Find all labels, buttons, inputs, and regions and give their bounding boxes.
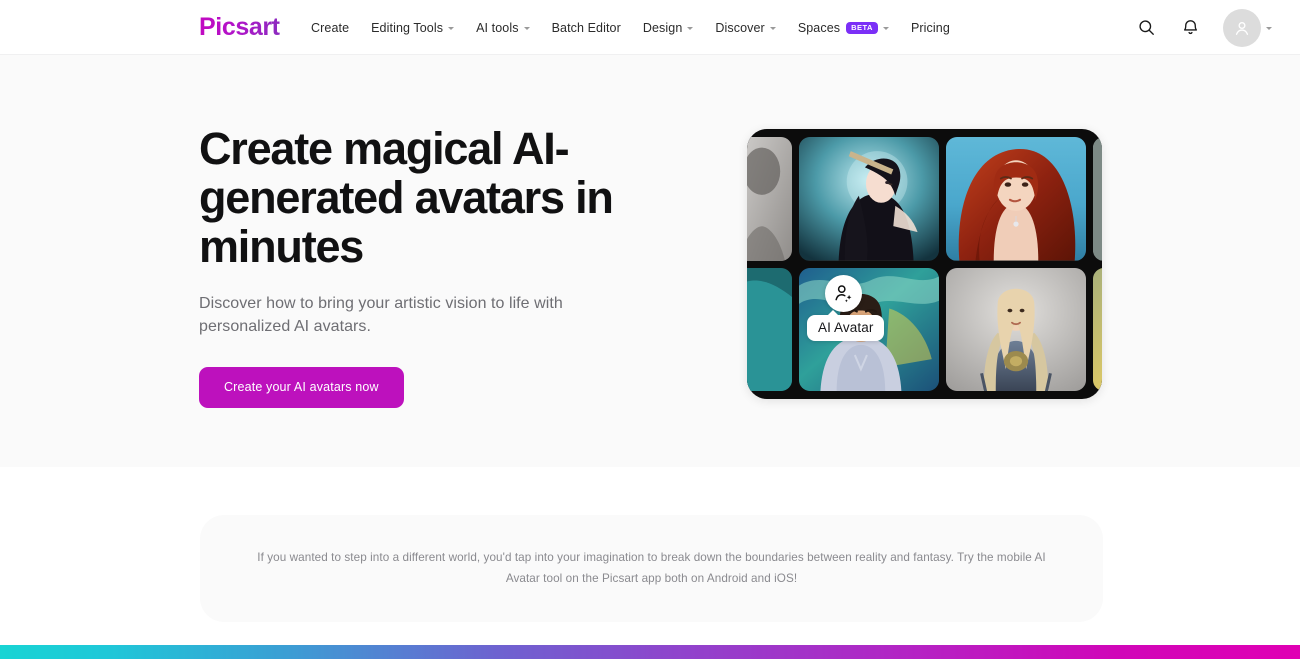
nav-item-spaces[interactable]: Spaces BETA (787, 0, 900, 55)
avatar[interactable] (1223, 8, 1261, 47)
avatar-thumb-2[interactable] (946, 137, 1086, 261)
hero-subtitle: Discover how to bring your artistic visi… (199, 295, 563, 335)
nav-label: Create (311, 20, 350, 35)
avatar-thumb-5[interactable] (946, 267, 1086, 391)
avatar-thumb-1[interactable] (799, 137, 939, 261)
avatar-thumb-edge-left-2[interactable] (747, 267, 792, 391)
search-button[interactable] (1133, 15, 1159, 41)
nav-label: Design (642, 20, 683, 35)
bell-icon (1183, 20, 1197, 35)
main-navigation: Create Editing Tools AI tools Batch Edit… (311, 0, 961, 55)
chevron-down-icon (523, 27, 530, 30)
search-icon (1138, 20, 1154, 35)
nav-item-ai-tools[interactable]: AI tools (465, 0, 541, 55)
nav-item-discover[interactable]: Discover (704, 0, 786, 55)
ai-avatar-label: AI Avatar (807, 310, 885, 341)
ai-avatar-person-sparkle-icon (835, 285, 852, 303)
ai-avatar-badge[interactable] (825, 275, 862, 312)
hero-section: Create magical AI-generated avatars in m… (0, 55, 1300, 467)
avatar-thumbnail-grid (747, 137, 1102, 391)
chevron-down-icon (882, 27, 889, 30)
info-card: If you wanted to step into a different w… (200, 515, 1103, 622)
picsart-logo[interactable]: Picsart (199, 15, 280, 40)
chevron-down-icon (687, 27, 694, 30)
nav-label: AI tools (476, 20, 519, 35)
chevron-down-icon (448, 27, 455, 30)
beta-badge: BETA (846, 21, 878, 34)
hero-copy: Create magical AI-generated avatars in m… (199, 124, 629, 408)
avatar-thumb-edge-left[interactable] (747, 137, 792, 261)
avatar-thumb-6[interactable] (1093, 267, 1102, 391)
nav-item-create[interactable]: Create (311, 0, 360, 55)
notifications-button[interactable] (1177, 15, 1203, 41)
info-card-text: If you wanted to step into a different w… (257, 550, 1046, 585)
chevron-down-icon (1266, 27, 1272, 30)
page-root: Picsart Create Editing Tools AI tools Ba… (0, 0, 1300, 659)
hero-avatar-grid: AI Avatar (747, 129, 1102, 399)
nav-item-pricing[interactable]: Pricing (900, 0, 961, 55)
user-avatar-icon (1235, 21, 1249, 35)
site-header: Picsart Create Editing Tools AI tools Ba… (0, 0, 1300, 55)
avatar-thumb-3[interactable] (1093, 137, 1102, 261)
chevron-down-icon (769, 27, 776, 30)
account-menu[interactable] (1223, 8, 1272, 47)
nav-item-design[interactable]: Design (632, 0, 705, 55)
bottom-gradient-bar (0, 645, 1300, 659)
nav-label: Spaces (797, 20, 841, 35)
nav-item-editing-tools[interactable]: Editing Tools (360, 0, 465, 55)
nav-item-batch-editor[interactable]: Batch Editor (541, 0, 632, 55)
nav-label: Batch Editor (551, 20, 621, 35)
nav-label: Editing Tools (371, 20, 444, 35)
nav-label: Discover (715, 20, 765, 35)
page-title: Create magical AI-generated avatars in m… (199, 123, 614, 273)
nav-label: Pricing (910, 20, 950, 35)
header-actions (1133, 0, 1272, 55)
create-avatars-button[interactable]: Create your AI avatars now (199, 366, 404, 408)
